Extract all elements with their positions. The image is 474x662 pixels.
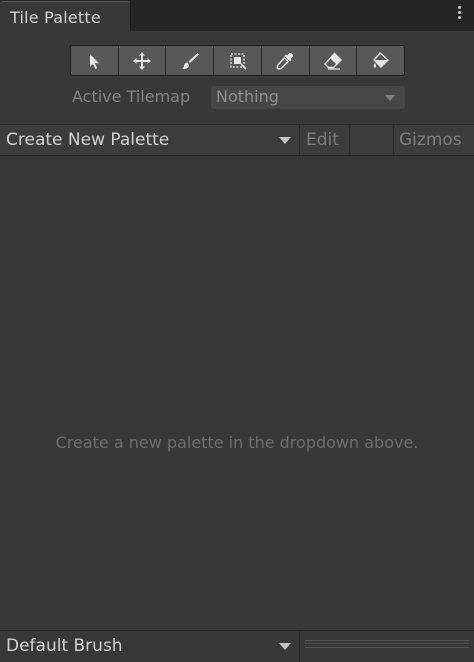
more-options-icon[interactable]	[458, 6, 462, 22]
brush-dropdown[interactable]: Default Brush	[0, 631, 300, 662]
empty-palette-message: Create a new palette in the dropdown abo…	[55, 433, 419, 452]
move-icon	[133, 51, 152, 70]
brush-dropdown-value: Default Brush	[6, 636, 123, 656]
tab-tile-palette[interactable]: Tile Palette	[0, 1, 131, 31]
eraser-icon	[323, 51, 342, 70]
palette-canvas[interactable]: Create a new palette in the dropdown abo…	[0, 156, 474, 630]
chevron-down-icon	[279, 137, 291, 144]
active-tilemap-label: Active Tilemap	[72, 87, 191, 106]
edit-button[interactable]: Edit	[300, 125, 350, 155]
eyedropper-icon	[276, 52, 294, 70]
eraser-tool-button[interactable]	[309, 46, 358, 75]
edit-button-label: Edit	[306, 130, 339, 150]
active-tilemap-dropdown[interactable]: Nothing	[211, 86, 405, 109]
move-tool-button[interactable]	[118, 46, 167, 75]
picker-tool-button[interactable]	[261, 46, 310, 75]
brush-panel-resize-handle[interactable]	[305, 640, 469, 648]
box-fill-icon	[229, 52, 247, 70]
palette-toolbar-spacer	[350, 125, 394, 155]
palette-dropdown[interactable]: Create New Palette	[0, 125, 300, 155]
tool-selector	[70, 45, 405, 76]
tab-bar: Tile Palette	[0, 0, 474, 31]
tile-palette-window: Tile Palette Active Tilemap Nothing Crea…	[0, 0, 474, 662]
paint-tool-button[interactable]	[166, 46, 215, 75]
select-arrow-icon	[90, 53, 100, 69]
active-tilemap-value: Nothing	[216, 87, 279, 106]
chevron-down-icon	[279, 643, 291, 650]
gizmos-button[interactable]: Gizmos	[394, 125, 474, 155]
fill-tool-button[interactable]	[357, 46, 404, 75]
paint-bucket-icon	[372, 51, 389, 68]
select-tool-button[interactable]	[71, 46, 119, 75]
palette-dropdown-value: Create New Palette	[6, 130, 170, 150]
brush-bar: Default Brush	[0, 630, 474, 662]
paintbrush-icon	[181, 52, 199, 69]
palette-header: Create New Palette Edit Gizmos	[0, 124, 474, 156]
chevron-down-icon	[385, 95, 395, 101]
gizmos-button-label: Gizmos	[399, 130, 462, 150]
tab-title: Tile Palette	[10, 8, 101, 27]
box-fill-tool-button[interactable]	[214, 46, 262, 75]
